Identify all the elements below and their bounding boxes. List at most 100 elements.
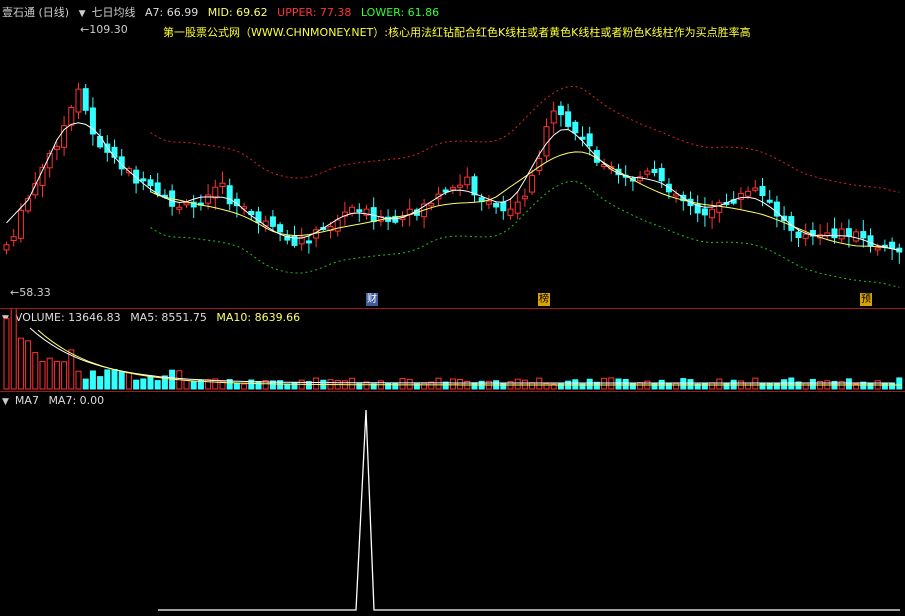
candle-body xyxy=(860,231,867,239)
volume-bar xyxy=(183,379,190,390)
volume-bar xyxy=(111,369,118,390)
volume-bar xyxy=(421,382,428,390)
volume-bar xyxy=(61,361,68,390)
volume-bar xyxy=(773,382,780,390)
candle-body xyxy=(845,228,852,237)
volume-bar xyxy=(781,379,788,390)
price-panel[interactable]: 壹石通 (日线) ▼ 七日均线 A7: 66.99 MID: 69.62 UPPE… xyxy=(0,0,905,308)
volume-bar xyxy=(39,360,46,390)
candle-body xyxy=(10,236,17,242)
candle-body xyxy=(53,145,60,150)
candle-body xyxy=(644,170,651,175)
volume-bar xyxy=(32,352,39,390)
volume-bar xyxy=(233,382,240,390)
candle-body xyxy=(802,233,809,239)
volume-bar xyxy=(291,381,298,390)
candlestick-chart[interactable] xyxy=(0,0,905,308)
volume-bar xyxy=(399,378,406,390)
candle-body xyxy=(529,175,536,193)
volume-bar xyxy=(205,379,212,390)
candle-body xyxy=(212,186,219,199)
volume-bar xyxy=(190,381,197,390)
candle-body xyxy=(140,178,147,182)
volume-bar xyxy=(766,382,773,390)
candle-body xyxy=(176,206,183,210)
candle-body xyxy=(716,202,723,213)
volume-bar xyxy=(752,377,759,390)
volume-bar xyxy=(471,382,478,390)
volume-bar xyxy=(10,309,17,390)
volume-bar xyxy=(622,378,629,390)
volume-bar xyxy=(809,378,816,390)
volume-panel[interactable]: ▼VOLUME: 13646.83 MA5: 8551.75 MA10: 863… xyxy=(0,309,905,391)
volume-bar xyxy=(313,377,320,390)
candle-body xyxy=(500,201,507,212)
volume-bars-group xyxy=(3,309,903,390)
volume-chart[interactable] xyxy=(0,309,905,391)
candle-body xyxy=(147,179,154,187)
volume-bar xyxy=(788,377,795,390)
volume-bar xyxy=(572,379,579,390)
candle-body xyxy=(838,228,845,240)
volume-bar xyxy=(3,318,10,390)
volume-bar xyxy=(349,377,356,390)
volume-bar xyxy=(651,382,658,390)
volume-bar xyxy=(406,378,413,390)
volume-bar xyxy=(543,383,550,390)
volume-bar xyxy=(97,376,104,390)
candle-body xyxy=(514,201,521,214)
candle-body xyxy=(269,216,276,227)
candle-body xyxy=(82,88,89,111)
volume-bar xyxy=(241,383,248,390)
candle-body xyxy=(824,232,831,236)
candle-body xyxy=(874,247,881,251)
volume-bar xyxy=(687,379,694,390)
volume-bar xyxy=(147,376,154,390)
volume-bar xyxy=(709,382,716,390)
volume-bar xyxy=(82,378,89,390)
ma7-chart[interactable] xyxy=(0,392,905,616)
candle-body xyxy=(572,121,579,134)
volume-bar xyxy=(637,382,644,390)
volume-bar xyxy=(615,378,622,390)
candle-body xyxy=(709,208,716,219)
volume-bar xyxy=(881,382,888,390)
candle-body xyxy=(493,202,500,208)
candle-body xyxy=(759,186,766,197)
candle-body xyxy=(752,187,759,191)
volume-bar xyxy=(46,357,53,390)
candle-body xyxy=(226,185,233,205)
candle-body xyxy=(205,194,212,204)
volume-bar xyxy=(133,379,140,390)
volume-bar xyxy=(75,370,82,390)
volume-bar xyxy=(500,383,507,390)
volume-bar xyxy=(673,382,680,390)
candle-body xyxy=(658,168,665,182)
candle-body xyxy=(471,176,478,196)
volume-bar xyxy=(53,360,60,390)
candle-body xyxy=(219,182,226,188)
volume-bar xyxy=(665,382,672,390)
candle-body xyxy=(449,187,456,191)
candle-body xyxy=(183,202,190,206)
volume-bar xyxy=(529,382,536,390)
volume-bar xyxy=(140,378,147,390)
volume-bar xyxy=(457,378,464,390)
ma7-line xyxy=(158,409,900,611)
candle-body xyxy=(305,240,312,244)
candle-body xyxy=(457,184,464,188)
candles-group xyxy=(3,82,903,264)
candle-body xyxy=(557,105,564,116)
candle-body xyxy=(464,176,471,186)
volume-bar xyxy=(680,378,687,390)
candle-body xyxy=(485,200,492,205)
candle-body xyxy=(889,241,896,249)
candle-body xyxy=(277,224,284,233)
candle-body xyxy=(111,146,118,158)
candle-body xyxy=(68,106,75,126)
candle-body xyxy=(665,183,672,193)
volume-bar xyxy=(889,382,896,390)
volume-bar xyxy=(284,383,291,390)
candle-body xyxy=(75,88,82,113)
ma7-panel[interactable]: ▼ MA7 MA7: 0.00 xyxy=(0,392,905,616)
